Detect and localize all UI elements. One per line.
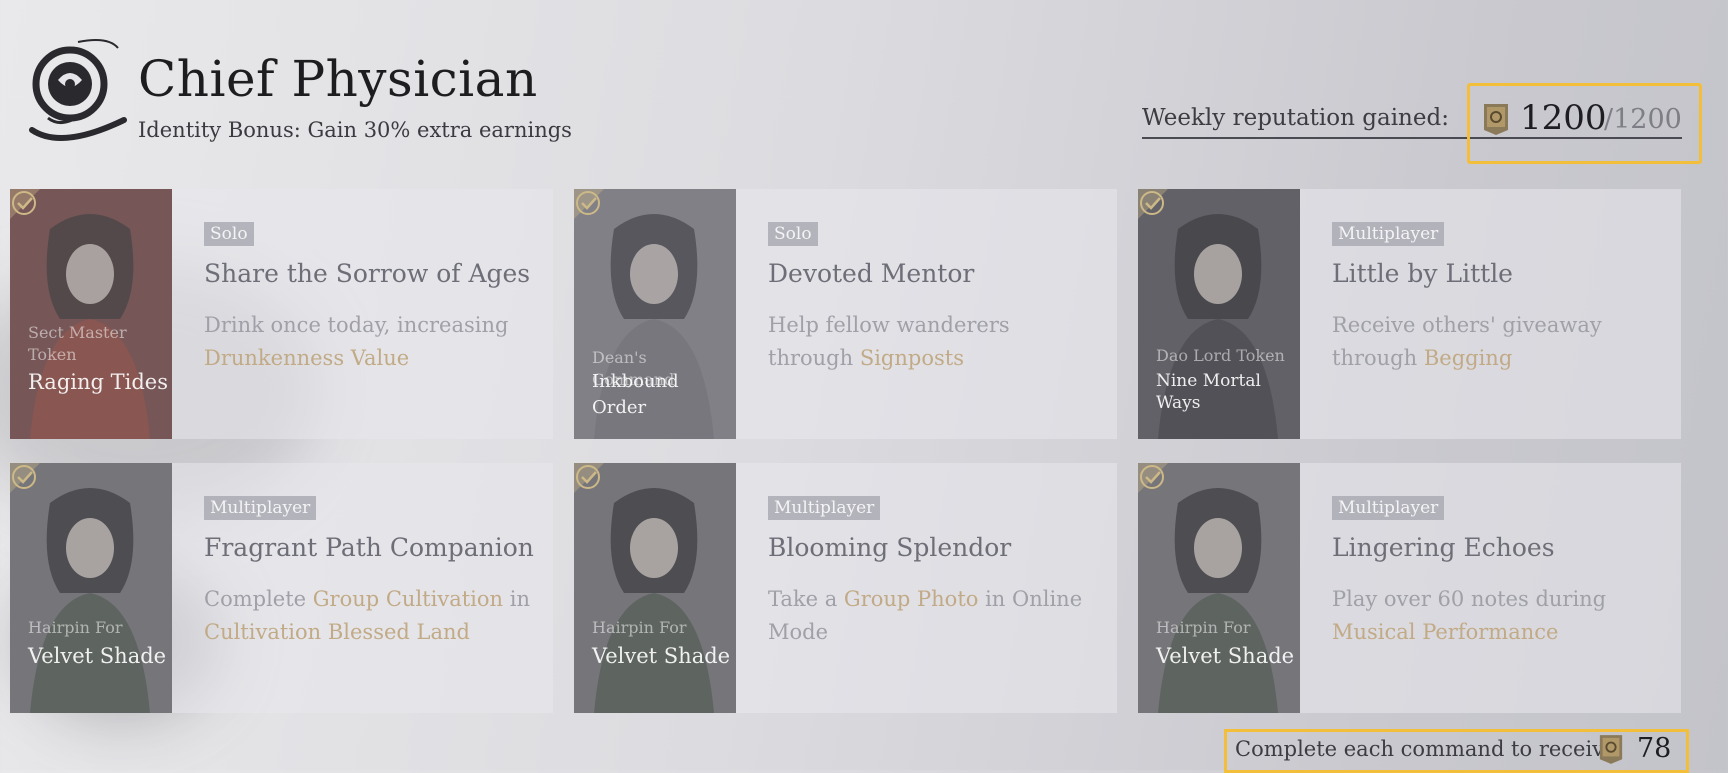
- desc-text: Take a: [768, 587, 844, 611]
- token-portrait: Dean's Command Inkbound Order: [574, 189, 736, 439]
- token-type-label: Hairpin For: [592, 618, 687, 637]
- desc-highlight: Begging: [1423, 346, 1513, 370]
- identity-bonus-text: Identity Bonus: Gain 30% extra earnings: [138, 118, 572, 142]
- mode-tag: Multiplayer: [768, 496, 881, 520]
- token-name-label: Velvet Shade: [592, 644, 731, 668]
- reward-label: Complete each command to receive:: [1235, 737, 1624, 761]
- token-name-label: Nine Mortal Ways: [1156, 371, 1261, 413]
- token-portrait: Hairpin For Velvet Shade: [10, 463, 172, 713]
- token-name-label: Raging Tides: [28, 370, 168, 394]
- character-portrait-image: [10, 463, 172, 713]
- desc-highlight: Musical Performance: [1332, 620, 1559, 644]
- command-card[interactable]: Hairpin For Velvet Shade Multiplayer Fragra…: [10, 463, 553, 713]
- reward-value: 78: [1637, 733, 1672, 764]
- completed-check-icon: [1138, 463, 1168, 493]
- token-type-label: Sect Master Token: [28, 323, 127, 364]
- command-title: Share the Sorrow of Ages: [204, 259, 531, 288]
- weekly-reputation-value: 1200: [1520, 98, 1607, 138]
- command-card[interactable]: Dao Lord Token Nine Mortal Ways Multiplaye…: [1138, 189, 1681, 439]
- command-description: Play over 60 notes during Musical Perfor…: [1332, 583, 1662, 649]
- page-title: Chief Physician: [138, 50, 538, 108]
- completed-check-icon: [10, 189, 40, 219]
- reputation-token-icon: [1484, 104, 1508, 135]
- command-title: Fragrant Path Companion: [204, 533, 534, 562]
- weekly-reputation-max: /1200: [1604, 104, 1682, 135]
- token-name-label: Inkbound Order: [592, 371, 679, 418]
- command-card[interactable]: Hairpin For Velvet Shade Multiplayer Bloomi…: [574, 463, 1117, 713]
- desc-highlight: Group Cultivation: [312, 587, 504, 611]
- desc-text: Play over 60 notes during: [1332, 587, 1607, 611]
- token-portrait: Sect Master Token Raging Tides: [10, 189, 172, 439]
- desc-highlight: Drunkenness Value: [204, 346, 410, 370]
- desc-highlight: Cultivation Blessed Land: [204, 620, 470, 644]
- command-card[interactable]: Hairpin For Velvet Shade Multiplayer Linger…: [1138, 463, 1681, 713]
- token-type-label: Hairpin For: [28, 618, 123, 637]
- completed-check-icon: [574, 189, 604, 219]
- command-card[interactable]: Dean's Command Inkbound Order Solo Devoted …: [574, 189, 1117, 439]
- command-description: Drink once today, increasing Drunkenness…: [204, 309, 534, 375]
- completed-check-icon: [10, 463, 40, 493]
- dragon-emblem-icon: [29, 39, 127, 141]
- completed-check-icon: [1138, 189, 1168, 219]
- command-title: Little by Little: [1332, 259, 1513, 288]
- mode-tag: Multiplayer: [1332, 222, 1445, 246]
- character-portrait-image: [574, 463, 736, 713]
- token-portrait: Dao Lord Token Nine Mortal Ways: [1138, 189, 1300, 439]
- command-description: Help fellow wanderers through Signposts: [768, 309, 1098, 375]
- token-portrait: Hairpin For Velvet Shade: [574, 463, 736, 713]
- desc-text: Complete: [204, 587, 313, 611]
- character-portrait-image: [1138, 463, 1300, 713]
- token-name-label: Velvet Shade: [1156, 644, 1295, 668]
- token-type-label: Dao Lord Token: [1156, 346, 1285, 365]
- command-card[interactable]: Sect Master Token Raging Tides Solo Share t…: [10, 189, 553, 439]
- command-title: Blooming Splendor: [768, 533, 1012, 562]
- desc-highlight: Signposts: [859, 346, 964, 370]
- reputation-token-icon: [1599, 735, 1623, 764]
- command-title: Lingering Echoes: [1332, 533, 1555, 562]
- command-description: Take a Group Photo in Online Mode: [768, 583, 1098, 649]
- completed-check-icon: [574, 463, 604, 493]
- desc-text: Drink once today, increasing: [204, 313, 509, 337]
- mode-tag: Solo: [768, 222, 818, 246]
- mode-tag: Multiplayer: [204, 496, 317, 520]
- mode-tag: Solo: [204, 222, 254, 246]
- token-portrait: Hairpin For Velvet Shade: [1138, 463, 1300, 713]
- desc-highlight: Group Photo: [843, 587, 979, 611]
- desc-text: in: [503, 587, 530, 611]
- token-type-label: Hairpin For: [1156, 618, 1251, 637]
- command-title: Devoted Mentor: [768, 259, 975, 288]
- character-portrait-image: [10, 189, 172, 439]
- token-name-label: Velvet Shade: [28, 644, 167, 668]
- mode-tag: Multiplayer: [1332, 496, 1445, 520]
- weekly-reputation-label: Weekly reputation gained:: [1142, 105, 1449, 131]
- command-description: Complete Group Cultivation in Cultivatio…: [204, 583, 534, 649]
- command-description: Receive others' giveaway through Begging: [1332, 309, 1662, 375]
